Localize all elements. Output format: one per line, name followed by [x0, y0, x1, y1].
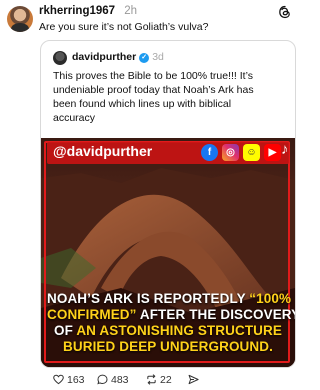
like-count: 163 — [67, 374, 85, 386]
headline-line: OF AN ASTONISHING STRUCTURE — [47, 323, 289, 339]
repost-count: 22 — [160, 374, 172, 386]
username[interactable]: rkherring1967 — [39, 5, 115, 17]
send-icon — [188, 374, 199, 385]
headline-part: AFTER THE DISCOVERY — [136, 307, 295, 322]
quoted-header: davidpurther ✓ 3d — [72, 51, 164, 63]
quoted-text-line: been found which lines up with biblical — [53, 98, 232, 110]
repost-icon — [147, 374, 156, 385]
headline-part: OF — [54, 323, 77, 338]
quoted-avatar[interactable] — [53, 51, 67, 65]
facebook-icon: f — [201, 144, 218, 161]
headline-part: NOAH’S ARK IS REPORTEDLY — [47, 291, 250, 306]
reply-count: 483 — [111, 374, 129, 386]
quoted-text-line: undeniable proof today that Noah’s Ark h… — [53, 84, 254, 96]
reply-button[interactable]: 483 — [97, 374, 129, 386]
heart-icon — [53, 374, 64, 385]
headline-part-highlight: CONFIRMED” — [47, 307, 137, 322]
headline-part-highlight: BURIED DEEP UNDERGROUND. — [63, 339, 273, 354]
thread-post: rkherring1967 2h Are you sure it’s not G… — [0, 0, 300, 390]
headline-part-highlight: AN ASTONISHING STRUCTURE — [76, 323, 282, 338]
quoted-timestamp: 3d — [152, 51, 164, 63]
tiktok-icon: ♪ — [281, 141, 289, 158]
repost-button[interactable]: 22 — [146, 374, 172, 386]
instagram-icon: ◎ — [222, 144, 239, 161]
quoted-text-line: accuracy — [53, 112, 96, 124]
handle-text: @davidpurther — [53, 143, 153, 159]
post-text: Are you sure it’s not Goliath’s vulva? — [39, 21, 209, 33]
headline-part-highlight: “100% — [249, 291, 292, 306]
threads-logo-icon[interactable] — [278, 5, 292, 19]
like-button[interactable]: 163 — [53, 374, 85, 386]
verified-badge-icon: ✓ — [139, 53, 150, 63]
quoted-text: This proves the Bible to be 100% true!!!… — [53, 69, 287, 125]
image-headline: NOAH’S ARK IS REPORTEDLY “100% CONFIRMED… — [47, 291, 295, 355]
timestamp: 2h — [124, 5, 138, 17]
snapchat-icon: ☺ — [243, 144, 260, 161]
quoted-username[interactable]: davidpurther — [72, 51, 136, 63]
share-button[interactable] — [188, 374, 202, 386]
quoted-media-image[interactable]: @davidpurther f ◎ ☺ ▶ ♪ NOAH’S ARK IS RE… — [41, 138, 295, 367]
headline-line: BURIED DEEP UNDERGROUND. — [47, 339, 289, 355]
youtube-icon: ▶ — [264, 144, 281, 161]
avatar[interactable] — [7, 6, 33, 32]
post-header: rkherring1967 2h — [39, 5, 137, 17]
quoted-post-card[interactable]: davidpurther ✓ 3d This proves the Bible to… — [40, 40, 296, 368]
quoted-text-line: This proves the Bible to be 100% true!!!… — [53, 70, 253, 82]
headline-line: NOAH’S ARK IS REPORTEDLY “100% — [47, 291, 292, 307]
comment-icon — [97, 374, 108, 385]
headline-line: CONFIRMED” AFTER THE DISCOVERY — [47, 307, 295, 323]
